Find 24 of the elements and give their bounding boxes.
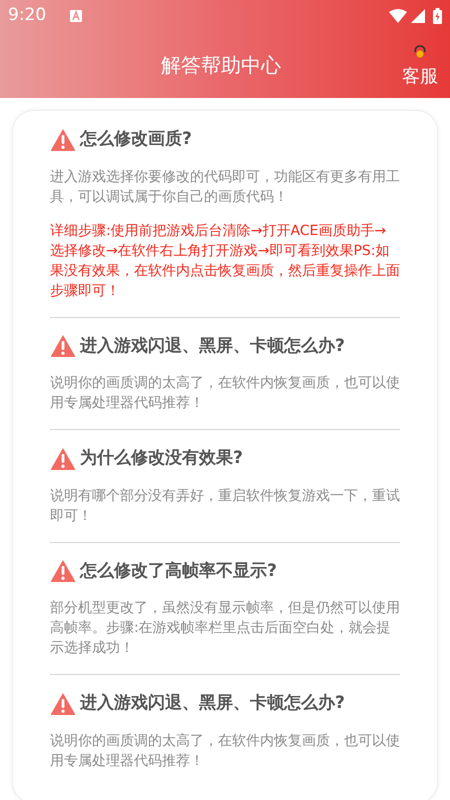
question-title: 进入游戏闪退、黑屏、卡顿怎么办? xyxy=(80,334,345,358)
answer-text: 说明你的画质调的太高了，在软件内恢复画质，也可以使用专属处理器代码推荐！ xyxy=(50,732,400,770)
step-instructions: 详细步骤:使用前把游戏后台清除→打开ACE画质助手→选择修改→在软件右上角打开游戏→即可看到效果PS:如果没有效果，在软件内点击恢复画质，然后重复操作上面步骤即可！ xyxy=(50,222,400,300)
question-title: 怎么修改画质? xyxy=(80,128,192,151)
signal-icon xyxy=(411,9,425,23)
question-title: 进入游戏闪退、黑屏、卡顿怎么办? xyxy=(80,692,345,715)
wifi-icon xyxy=(389,9,407,23)
customer-service-button[interactable]: 客服 xyxy=(394,40,450,90)
answer-text: 说明有哪个部分没有弄好，重启软件恢复游戏一下，重试即可！ xyxy=(50,486,400,526)
answer-text: 部分机型更改了，虽然没有显示帧率，但是仍然可以使用高帧率。步骤:在游戏帧率栏里点击后面空白处，就会提示选择成功！ xyxy=(50,599,400,658)
battery-icon xyxy=(433,8,442,24)
keyboard-icon xyxy=(70,10,82,22)
warning-icon xyxy=(50,128,76,152)
headset-icon xyxy=(413,44,427,58)
question-title: 为什么修改没有效果? xyxy=(80,447,243,470)
warning-icon xyxy=(50,334,76,358)
answer-text: 说明你的画质调的太高了，在软件内恢复画质，也可以使用专属处理器代码推荐！ xyxy=(50,374,400,413)
warning-icon xyxy=(50,559,76,584)
page-title: 解答帮助中心 xyxy=(160,52,282,79)
warning-icon xyxy=(50,446,76,471)
status-time: 9:20 xyxy=(8,4,46,28)
warning-icon xyxy=(50,692,76,716)
question-title: 怎么修改了高帧率不显示? xyxy=(80,560,277,582)
answer-text: 进入游戏选择你要修改的代码即可，功能区有更多有用工具，可以调试属于你自己的画质代码！ xyxy=(50,168,400,206)
